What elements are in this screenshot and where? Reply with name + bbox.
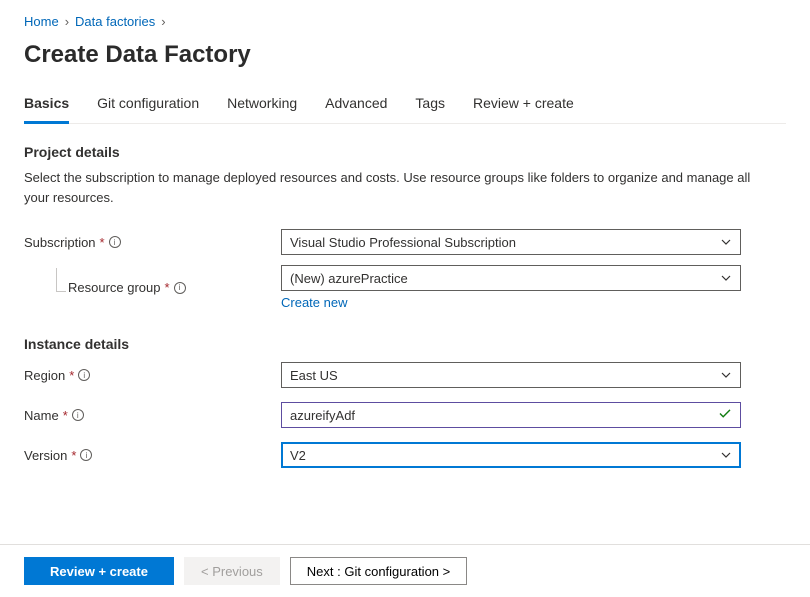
tab-advanced[interactable]: Advanced (325, 95, 387, 123)
check-icon (718, 407, 732, 424)
region-label: Region (24, 368, 65, 383)
subscription-value: Visual Studio Professional Subscription (290, 235, 516, 250)
tab-bar: Basics Git configuration Networking Adva… (24, 95, 786, 124)
name-value: azureifyAdf (290, 408, 355, 423)
version-value: V2 (290, 448, 306, 463)
resource-group-value: (New) azurePractice (290, 271, 408, 286)
region-select[interactable]: East US (281, 362, 741, 388)
breadcrumb-home[interactable]: Home (24, 14, 59, 29)
chevron-down-icon (720, 449, 732, 461)
next-button[interactable]: Next : Git configuration > (290, 557, 467, 585)
chevron-right-icon: › (65, 14, 69, 29)
hierarchy-line (56, 268, 66, 292)
subscription-select[interactable]: Visual Studio Professional Subscription (281, 229, 741, 255)
subscription-label: Subscription (24, 235, 96, 250)
project-details-description: Select the subscription to manage deploy… (24, 168, 764, 207)
instance-details-heading: Instance details (24, 336, 786, 352)
tab-review-create[interactable]: Review + create (473, 95, 574, 123)
chevron-right-icon: › (161, 14, 165, 29)
info-icon[interactable]: i (78, 369, 90, 381)
tab-tags[interactable]: Tags (415, 95, 445, 123)
breadcrumb: Home › Data factories › (24, 14, 786, 29)
footer-bar: Review + create < Previous Next : Git co… (0, 544, 810, 597)
info-icon[interactable]: i (174, 282, 186, 294)
info-icon[interactable]: i (109, 236, 121, 248)
tab-git-configuration[interactable]: Git configuration (97, 95, 199, 123)
info-icon[interactable]: i (72, 409, 84, 421)
required-indicator: * (100, 235, 105, 250)
info-icon[interactable]: i (80, 449, 92, 461)
tab-networking[interactable]: Networking (227, 95, 297, 123)
chevron-down-icon (720, 369, 732, 381)
required-indicator: * (63, 408, 68, 423)
breadcrumb-data-factories[interactable]: Data factories (75, 14, 155, 29)
version-label: Version (24, 448, 67, 463)
previous-button[interactable]: < Previous (184, 557, 280, 585)
project-details-heading: Project details (24, 144, 786, 160)
resource-group-select[interactable]: (New) azurePractice (281, 265, 741, 291)
required-indicator: * (71, 448, 76, 463)
page-title: Create Data Factory (24, 41, 786, 69)
tab-basics[interactable]: Basics (24, 95, 69, 124)
chevron-down-icon (720, 236, 732, 248)
required-indicator: * (69, 368, 74, 383)
review-create-button[interactable]: Review + create (24, 557, 174, 585)
version-select[interactable]: V2 (281, 442, 741, 468)
name-input[interactable]: azureifyAdf (281, 402, 741, 428)
create-new-link[interactable]: Create new (281, 295, 347, 310)
chevron-down-icon (720, 272, 732, 284)
region-value: East US (290, 368, 338, 383)
name-label: Name (24, 408, 59, 423)
resource-group-label: Resource group (68, 280, 161, 295)
required-indicator: * (165, 280, 170, 295)
